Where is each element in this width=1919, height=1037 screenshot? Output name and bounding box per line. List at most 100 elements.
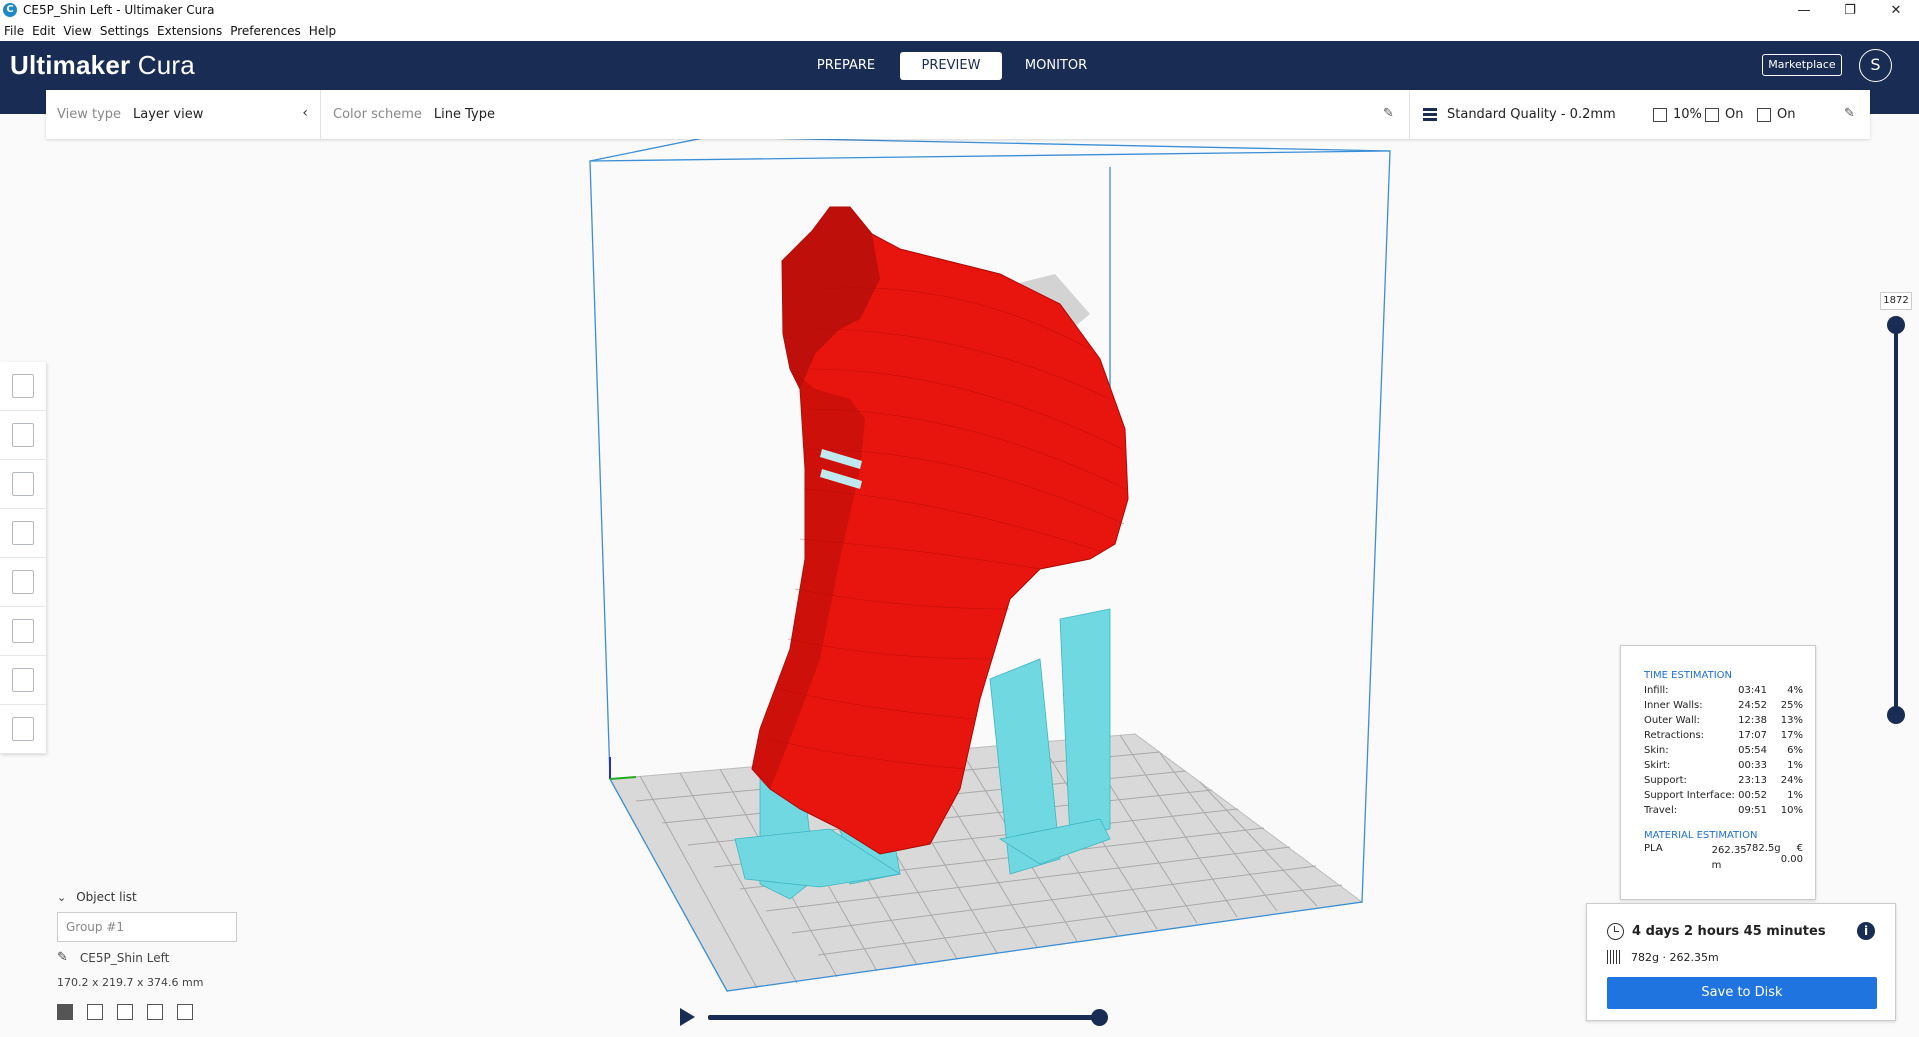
rotate-tool-icon	[12, 472, 34, 496]
extra-tool-icon	[12, 717, 34, 741]
object-name-row[interactable]: ✎ CE5P_Shin Left	[57, 950, 169, 965]
window-title-bar: C CE5P_Shin Left - Ultimaker Cura — ❐ ✕	[0, 0, 1919, 20]
per-model-settings-button[interactable]	[0, 558, 46, 607]
scale-tool-button[interactable]	[0, 411, 46, 460]
account-avatar[interactable]: S	[1859, 49, 1892, 82]
material-weight: 782.5g	[1745, 843, 1781, 854]
play-icon[interactable]	[680, 1008, 695, 1026]
menu-extensions[interactable]: Extensions	[157, 24, 226, 38]
cura-window: C CE5P_Shin Left - Ultimaker Cura — ❐ ✕ …	[0, 0, 1919, 1037]
print-summary-panel: 4 days 2 hours 45 minutes i 782g · 262.3…	[1586, 903, 1896, 1021]
print-estimation-popup: TIME ESTIMATION Infill: 03:41 4% Inner Wal…	[1620, 645, 1816, 900]
infill-value: 10%	[1673, 107, 1702, 122]
row-time: 12:38	[1738, 715, 1767, 726]
row-name: Outer Wall:	[1644, 715, 1700, 726]
view-front-icon[interactable]	[87, 1004, 103, 1020]
tab-prepare[interactable]: PREPARE	[795, 52, 897, 80]
tab-preview[interactable]: PREVIEW	[900, 52, 1002, 80]
path-slider-track[interactable]	[708, 1015, 1100, 1020]
support-blocker-button[interactable]	[0, 607, 46, 656]
tab-monitor[interactable]: MONITOR	[1005, 52, 1107, 80]
camera-view-buttons	[57, 1004, 207, 1020]
estimation-row: Travel: 09:51 10%	[1644, 803, 1803, 818]
color-scheme-label: Color scheme	[333, 107, 422, 122]
adhesion-icon	[1757, 107, 1771, 122]
support-blocker-icon	[12, 619, 34, 643]
row-time: 23:13	[1738, 775, 1767, 786]
row-name: Infill:	[1644, 685, 1669, 696]
color-scheme-selector[interactable]: Color scheme Line Type ✎	[321, 90, 1410, 139]
object-list-toggle[interactable]: ⌄ Object list	[57, 890, 257, 904]
move-tool-button[interactable]	[0, 362, 46, 411]
tool-column	[0, 362, 46, 754]
row-time: 05:54	[1738, 745, 1767, 756]
row-name: Skin:	[1644, 745, 1669, 756]
minimize-button[interactable]: —	[1781, 0, 1827, 20]
view-type-label: View type	[57, 107, 122, 122]
spool-icon	[1607, 950, 1621, 964]
material-cost: € 0.00	[1780, 843, 1803, 865]
row-name: Travel:	[1644, 805, 1678, 816]
material-length: 262.35 m	[1711, 845, 1747, 871]
view-type-value: Layer view	[133, 107, 204, 122]
view-left-icon[interactable]	[147, 1004, 163, 1020]
menu-help[interactable]: Help	[309, 24, 340, 38]
menu-preferences[interactable]: Preferences	[230, 24, 305, 38]
estimation-row: Retractions: 17:07 17%	[1644, 728, 1803, 743]
marketplace-button[interactable]: Marketplace	[1762, 54, 1842, 76]
mirror-tool-button[interactable]	[0, 509, 46, 558]
window-controls: — ❐ ✕	[1781, 0, 1919, 20]
row-pct: 24%	[1780, 775, 1803, 786]
row-time: 00:33	[1738, 760, 1767, 771]
row-name: Support:	[1644, 775, 1687, 786]
estimation-row: Inner Walls: 24:52 25%	[1644, 698, 1803, 713]
mirror-tool-icon	[12, 521, 34, 545]
extra-tool-button[interactable]	[0, 705, 46, 754]
print-settings-selector[interactable]: Standard Quality - 0.2mm 10% On On ✎	[1410, 90, 1870, 139]
info-icon[interactable]: i	[1857, 922, 1875, 940]
view-3d-icon[interactable]	[57, 1004, 73, 1020]
material-estimation-heading: MATERIAL ESTIMATION	[1644, 830, 1758, 841]
menu-edit[interactable]: Edit	[32, 24, 59, 38]
logo-brand: Ultimaker	[10, 50, 131, 80]
menu-settings[interactable]: Settings	[100, 24, 153, 38]
group-field[interactable]: Group #1	[57, 912, 237, 942]
row-time: 00:52	[1738, 790, 1767, 801]
path-slider-handle[interactable]	[1091, 1009, 1108, 1026]
close-button[interactable]: ✕	[1873, 0, 1919, 20]
layer-slider-top-handle[interactable]	[1887, 316, 1905, 334]
row-time: 09:51	[1738, 805, 1767, 816]
row-time: 03:41	[1738, 685, 1767, 696]
print-time: 4 days 2 hours 45 minutes	[1632, 924, 1826, 939]
pencil-icon[interactable]: ✎	[1383, 106, 1397, 121]
estimation-row: Infill: 03:41 4%	[1644, 683, 1803, 698]
window-title: CE5P_Shin Left - Ultimaker Cura	[23, 3, 215, 17]
material-summary-row: 782g · 262.35m	[1607, 950, 1719, 964]
row-pct: 1%	[1787, 760, 1803, 771]
view-top-icon[interactable]	[117, 1004, 133, 1020]
menu-view[interactable]: View	[63, 24, 95, 38]
row-pct: 13%	[1780, 715, 1803, 726]
row-time: 24:52	[1738, 700, 1767, 711]
layer-slider-bottom-handle[interactable]	[1887, 706, 1905, 724]
view-type-selector[interactable]: View type Layer view ‹	[46, 90, 321, 139]
estimation-row: Support Interface: 00:52 1%	[1644, 788, 1803, 803]
chevron-left-icon[interactable]: ‹	[302, 105, 308, 121]
save-to-disk-button[interactable]: Save to Disk	[1607, 977, 1877, 1009]
cura-app-icon: C	[3, 3, 17, 17]
estimation-row: Outer Wall: 12:38 13%	[1644, 713, 1803, 728]
support-icon	[1705, 107, 1719, 122]
layer-slider-track[interactable]	[1894, 325, 1898, 715]
view-right-icon[interactable]	[177, 1004, 193, 1020]
chevron-down-icon: ⌄	[57, 890, 67, 904]
rotate-tool-button[interactable]	[0, 460, 46, 509]
menu-file[interactable]: File	[4, 24, 28, 38]
restore-button[interactable]: ❐	[1827, 0, 1873, 20]
material-summary: 782g · 262.35m	[1631, 950, 1719, 964]
lay-flat-button[interactable]	[0, 656, 46, 705]
stage-tabs: PREPARE PREVIEW MONITOR	[795, 52, 1110, 80]
pencil-icon[interactable]: ✎	[1844, 106, 1858, 121]
layer-number-field[interactable]: 1872	[1880, 292, 1912, 310]
material-row: PLA 262.35 m 782.5g € 0.00	[1644, 843, 1803, 873]
row-name: Retractions:	[1644, 730, 1705, 741]
